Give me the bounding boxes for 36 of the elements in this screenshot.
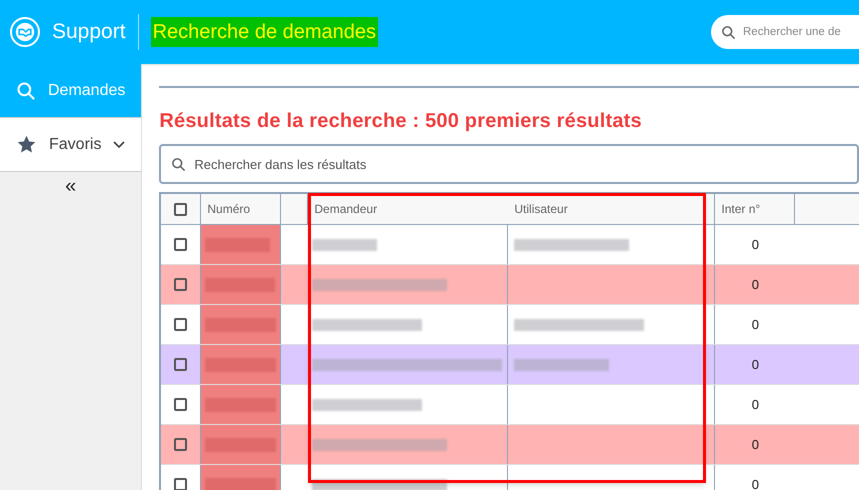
column-header[interactable]: Numéro: [207, 200, 250, 218]
row-checkbox[interactable]: [174, 238, 188, 251]
search-icon: [16, 80, 36, 100]
sidebar-item[interactable]: Favoris: [0, 118, 142, 172]
row-checkbox[interactable]: [174, 278, 188, 291]
request-search-field[interactable]: Rechercher une de: [711, 15, 859, 49]
search-icon: [721, 25, 736, 40]
table-cell-text: 0: [752, 476, 759, 490]
table-row[interactable]: 0: [161, 385, 859, 425]
page-title: Recherche de demandes: [150, 17, 378, 47]
table-row[interactable]: 0: [161, 265, 859, 305]
column-header[interactable]: Utilisateur: [514, 200, 568, 218]
star-icon: [16, 134, 37, 155]
row-checkbox[interactable]: [174, 438, 188, 451]
app-name: Support: [52, 19, 126, 46]
column-header[interactable]: Inter n°: [721, 200, 760, 218]
collapse-button[interactable]: «: [65, 174, 76, 198]
table-row[interactable]: 0: [161, 305, 859, 345]
table-cell-text: 0: [752, 276, 759, 294]
search-icon: [171, 157, 186, 172]
select-all-checkbox[interactable]: [174, 202, 188, 216]
table-cell-text: 0: [752, 316, 759, 334]
table-cell-text: 0: [752, 356, 759, 374]
column-header[interactable]: Demandeur: [314, 200, 378, 218]
results-search-field[interactable]: Rechercher dans les résultats: [159, 144, 859, 184]
row-checkbox[interactable]: [174, 398, 188, 411]
table-cell-text: 0: [752, 436, 759, 454]
table-row[interactable]: 0: [161, 425, 859, 465]
row-checkbox[interactable]: [174, 358, 188, 371]
row-checkbox[interactable]: [174, 318, 188, 331]
row-checkbox[interactable]: [174, 478, 188, 490]
table-row[interactable]: 0: [161, 225, 859, 265]
table-row[interactable]: 0: [161, 345, 859, 385]
results-title: Résultats de la recherche : 500 premiers résultats: [159, 109, 643, 134]
table-cell-text: 0: [752, 236, 759, 254]
table-cell-text: 0: [752, 396, 759, 414]
